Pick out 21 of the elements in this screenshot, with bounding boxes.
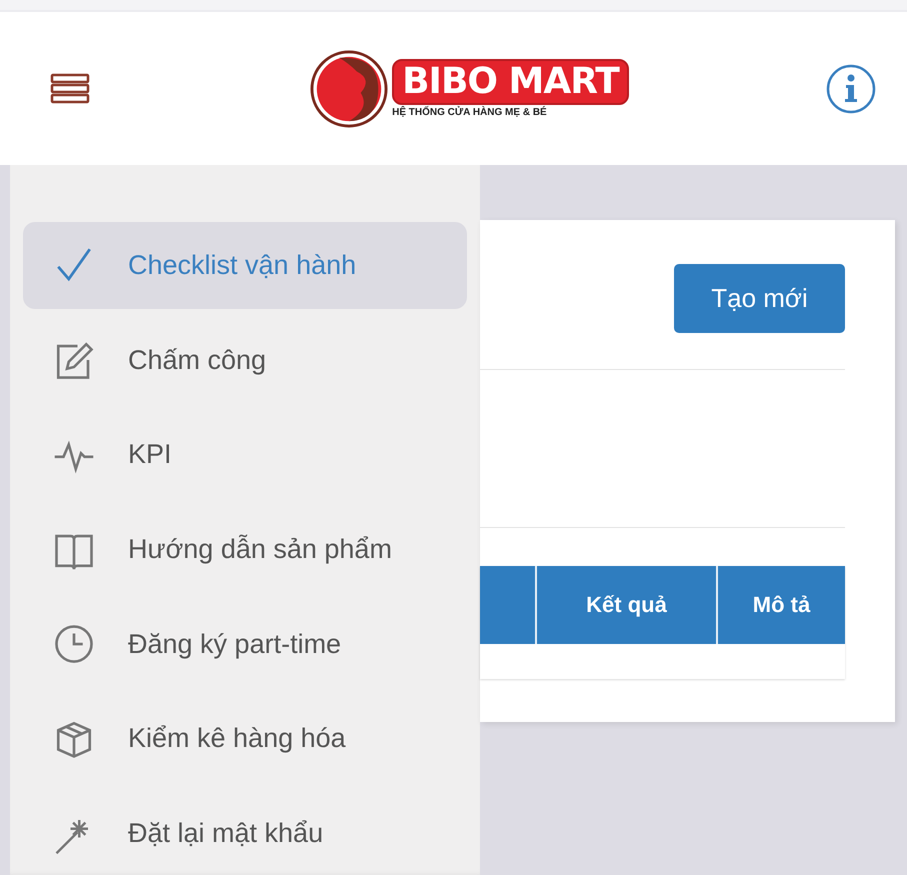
create-button[interactable]: Tạo mới xyxy=(674,264,845,333)
drawer-item-label: KPI xyxy=(128,439,172,470)
table-header-cell: Mô tả xyxy=(717,566,845,644)
drawer-item[interactable]: Hướng dẫn sản phẩm xyxy=(23,506,467,593)
drawer-item[interactable]: Kiểm kê hàng hóa xyxy=(23,696,467,782)
drawer-item-label: Đặt lại mật khẩu xyxy=(128,818,324,850)
table-header-cell: Kết quả xyxy=(536,566,718,644)
drawer-item[interactable]: Chấm công xyxy=(23,316,467,404)
drawer-item-label: Kiểm kê hàng hóa xyxy=(128,723,346,754)
drawer-item-label: Chấm công xyxy=(128,344,266,376)
drawer-item-label: Checklist vận hành xyxy=(128,250,356,281)
drawer-item-label: Đăng ký part-time xyxy=(128,628,342,660)
clock-icon xyxy=(53,623,95,666)
drawer-item[interactable]: Đặt lại mật khẩu xyxy=(23,790,467,875)
logo-icon xyxy=(310,50,388,128)
brand-name: BIBO MART xyxy=(392,59,629,105)
info-icon[interactable] xyxy=(824,62,877,114)
brand-tagline: HỆ THỐNG CỬA HÀNG MẸ & BÉ xyxy=(392,107,547,118)
drawer-item-label: Hướng dẫn sản phẩm xyxy=(128,534,392,566)
drawer-item[interactable]: KPI xyxy=(23,411,467,498)
drawer-item[interactable]: Đăng ký part-time xyxy=(23,600,467,688)
